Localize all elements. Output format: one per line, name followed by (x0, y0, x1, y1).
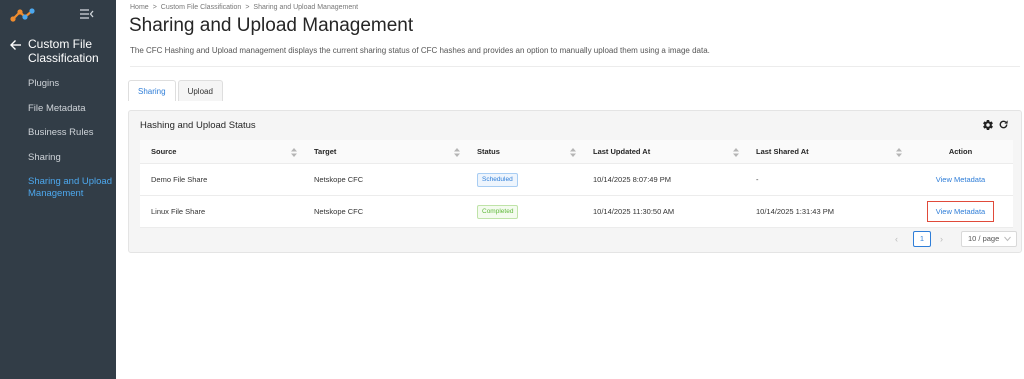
sidebar-nav: Plugins File Metadata Business Rules Sha… (28, 78, 116, 201)
view-metadata-link[interactable]: View Metadata (936, 175, 985, 184)
sort-icon[interactable] (896, 148, 902, 157)
back-link[interactable]: Custom File Classification (10, 37, 108, 65)
panel-header: Hashing and Upload Status (129, 111, 1021, 139)
pagination: ‹ 1 › 10 / page (129, 228, 1021, 252)
tab-upload[interactable]: Upload (177, 80, 223, 101)
view-metadata-link[interactable]: View Metadata (926, 201, 995, 222)
sidebar-item-plugins[interactable]: Plugins (28, 78, 116, 103)
status-badge: Completed (477, 204, 519, 219)
cell-source: Demo File Share (151, 175, 208, 184)
status-table: Source Target Status Last Updated At Las… (140, 140, 1013, 228)
main-content: Home > Custom File Classification > Sharing … (116, 0, 1024, 379)
netskope-logo[interactable] (10, 8, 36, 22)
cell-last-shared: 10/14/2025 1:31:43 PM (756, 207, 834, 216)
table-header: Source Target Status Last Updated At Las… (140, 140, 1013, 164)
status-panel: Hashing and Upload Status Source Target (128, 110, 1022, 253)
panel-title: Hashing and Upload Status (140, 120, 256, 131)
column-status[interactable]: Status (466, 140, 582, 163)
sidebar-item-sharing[interactable]: Sharing (28, 152, 116, 177)
sidebar: Custom File Classification Plugins File … (0, 0, 116, 379)
cell-action: View Metadata (908, 164, 1013, 195)
tab-bar: Sharing Upload (128, 80, 225, 101)
cell-action: View Metadata (908, 196, 1013, 227)
cell-status: Scheduled (466, 164, 582, 195)
column-last-updated[interactable]: Last Updated At (582, 140, 745, 163)
sidebar-item-business-rules[interactable]: Business Rules (28, 127, 116, 152)
section-title: Custom File Classification (28, 37, 99, 65)
sort-icon[interactable] (291, 148, 297, 157)
sort-icon[interactable] (570, 148, 576, 157)
sort-icon[interactable] (733, 148, 739, 157)
breadcrumb-home[interactable]: Home (130, 4, 149, 11)
cell-target: Netskope CFC (314, 207, 364, 216)
status-badge: Scheduled (477, 172, 518, 187)
column-source[interactable]: Source (140, 140, 303, 163)
column-last-shared[interactable]: Last Shared At (745, 140, 908, 163)
sort-icon[interactable] (454, 148, 460, 157)
divider (130, 66, 1020, 67)
cell-last-shared: - (756, 175, 759, 184)
breadcrumb-separator: > (152, 4, 157, 11)
page-description: The CFC Hashing and Upload management di… (130, 46, 710, 55)
page-number-button[interactable]: 1 (913, 231, 931, 247)
sidebar-item-sharing-and-upload-management[interactable]: Sharing and Upload Management (28, 176, 116, 201)
page-size-value: 10 / page (968, 234, 1000, 243)
table-row: Linux File Share Netskope CFC Completed … (140, 196, 1013, 228)
breadcrumb-separator: > (245, 4, 250, 11)
sidebar-item-file-metadata[interactable]: File Metadata (28, 103, 116, 128)
cell-last-updated: 10/14/2025 8:07:49 PM (593, 175, 671, 184)
column-target[interactable]: Target (303, 140, 466, 163)
breadcrumb-current: Sharing and Upload Management (253, 4, 359, 11)
cell-status: Completed (466, 196, 582, 227)
page-title: Sharing and Upload Management (129, 15, 414, 36)
gear-icon[interactable] (982, 119, 994, 131)
cell-target: Netskope CFC (314, 175, 364, 184)
refresh-icon[interactable] (998, 119, 1009, 130)
tab-sharing[interactable]: Sharing (128, 80, 176, 101)
previous-page-button[interactable]: ‹ (895, 234, 898, 244)
cell-last-updated: 10/14/2025 11:30:50 AM (593, 207, 675, 216)
page-size-select[interactable]: 10 / page (961, 231, 1017, 247)
next-page-button[interactable]: › (940, 234, 943, 244)
cell-source: Linux File Share (151, 207, 206, 216)
collapse-menu-icon[interactable] (80, 8, 94, 20)
arrow-left-icon (10, 40, 21, 50)
column-action: Action (948, 147, 973, 156)
breadcrumb-custom-file-classification[interactable]: Custom File Classification (161, 4, 242, 11)
breadcrumb: Home > Custom File Classification > Sharing … (130, 4, 358, 11)
chevron-down-icon (1004, 236, 1011, 242)
table-row: Demo File Share Netskope CFC Scheduled 1… (140, 164, 1013, 196)
